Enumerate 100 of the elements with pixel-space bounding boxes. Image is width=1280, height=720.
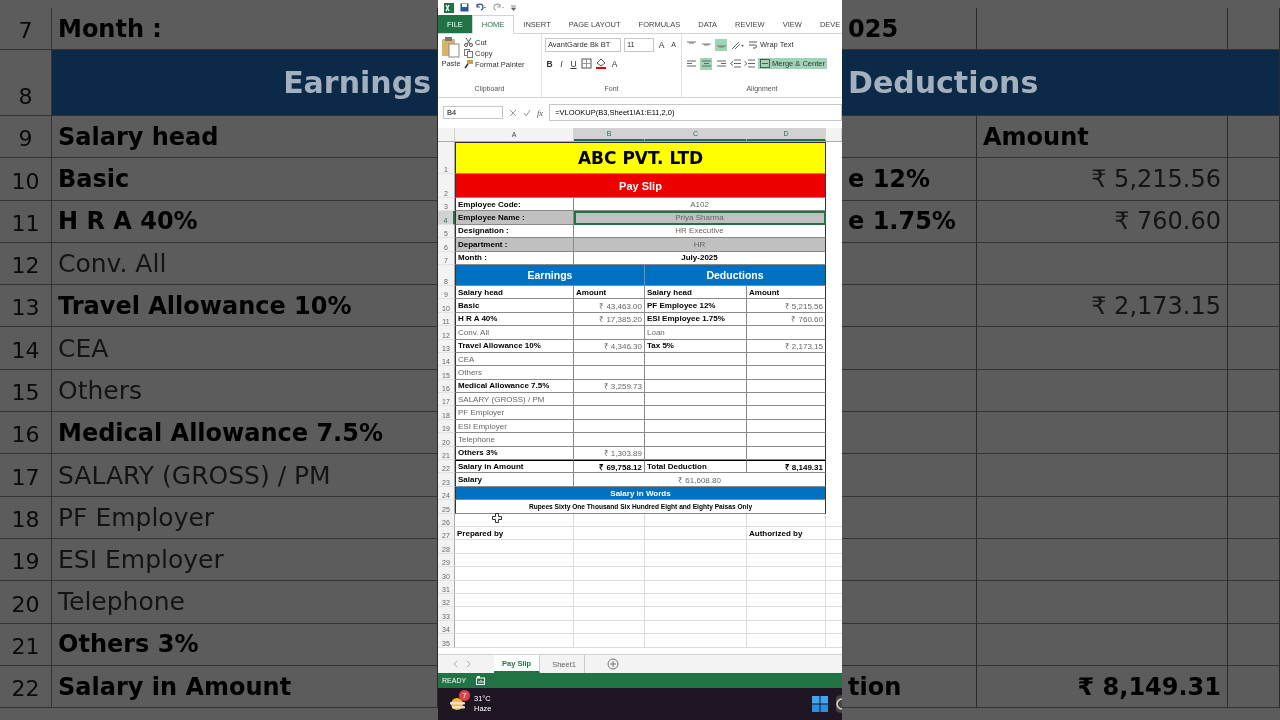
row-number: 13 — [11, 295, 40, 321]
add-sheet-icon[interactable] — [606, 658, 619, 670]
table-cell: ₹ 760.60 — [747, 312, 826, 327]
taskbar-icon[interactable] — [836, 695, 842, 713]
row-number: 19 — [11, 549, 40, 575]
scissors-icon[interactable] — [464, 38, 473, 47]
field-value: HR — [574, 238, 826, 252]
row-number: 14 — [11, 337, 40, 363]
grow-font-button[interactable]: A — [657, 39, 666, 50]
table-cell: ₹ 3,259.73 — [574, 379, 645, 394]
row-number: 18 — [11, 506, 40, 532]
empty-cell — [574, 433, 645, 447]
underline-button[interactable]: U — [569, 58, 578, 69]
sheet-cell: ₹ 2,173.15 — [977, 285, 1228, 327]
field-label: Salary — [455, 473, 574, 487]
table-cell: Salary in Amount — [455, 460, 574, 474]
table-cell: Loan — [645, 326, 747, 340]
table-cell: ₹ 8,149.31 — [747, 460, 826, 474]
row-number: 7 — [18, 18, 33, 43]
sheet-cell: 025 — [842, 8, 977, 49]
italic-button[interactable]: I — [557, 58, 566, 69]
row-number: 17 — [11, 464, 40, 490]
decrease-indent-icon[interactable] — [730, 59, 741, 68]
sheet-cell: ₹ 5,215.56 — [977, 158, 1228, 200]
excel-logo-icon[interactable] — [444, 2, 454, 13]
table-cell: PF Employee 12% — [645, 299, 747, 313]
table-cell: H R A 40% — [455, 312, 574, 327]
notification-badge: 7 — [459, 690, 470, 701]
cursor-icon — [492, 513, 502, 523]
empty-cell — [574, 406, 645, 420]
table-cell: Others — [455, 366, 574, 380]
table-cell: ₹ 43,463.00 — [574, 299, 645, 313]
undo-icon[interactable] — [475, 3, 487, 12]
bold-button[interactable]: B — [545, 58, 554, 69]
empty-cell — [574, 366, 645, 380]
empty-cell — [574, 326, 645, 340]
sheet-cell: e 1.75% — [842, 200, 977, 242]
field-value: ₹ 61,608.80 — [574, 473, 826, 487]
table-cell: Salary head — [455, 285, 574, 300]
row-number: 12 — [11, 253, 40, 279]
cancel-icon[interactable] — [509, 108, 517, 117]
table-cell: ₹ 17,385.20 — [574, 312, 645, 327]
windows-start-icon[interactable] — [812, 696, 828, 712]
banner-cell: Pay Slip — [455, 174, 826, 198]
fill-color-icon[interactable] — [595, 58, 607, 69]
sheet-title: ABC PVT. LTD — [455, 142, 826, 174]
field-label: Department : — [455, 238, 574, 252]
font-color-button[interactable]: A — [610, 58, 619, 69]
empty-cell — [574, 419, 645, 434]
table-cell: SALARY (GROSS) / PM — [455, 393, 574, 407]
row-number: 21 — [11, 633, 40, 659]
table-cell: PF Employer — [455, 406, 574, 420]
page-layout-icon[interactable] — [476, 676, 486, 685]
section-header: Earnings — [455, 264, 645, 286]
field-label: Month : — [455, 251, 574, 265]
sheet-cell: e 12% — [842, 158, 977, 200]
clipboard-icon[interactable] — [441, 36, 461, 58]
section-header: Deductions — [645, 264, 826, 286]
table-cell: Amount — [747, 285, 826, 300]
table-cell: Telephone — [455, 433, 574, 447]
table-cell: ₹ 1,303.89 — [574, 446, 645, 461]
table-cell: Others 3% — [455, 446, 574, 461]
table-cell: Amount — [574, 285, 645, 300]
table-cell: ₹ 4,346.30 — [574, 339, 645, 353]
row-number: 11 — [11, 210, 40, 236]
save-icon[interactable] — [460, 3, 469, 12]
field-value: Priya Sharma — [574, 211, 826, 225]
table-cell: Travel Allowance 10% — [455, 339, 574, 353]
wrap-text-icon[interactable] — [749, 40, 758, 49]
row-number: 20 — [11, 591, 40, 617]
table-cell: Tax 5% — [645, 339, 747, 353]
insert-function-button[interactable]: fx — [537, 107, 544, 118]
table-cell: Total Deduction — [645, 460, 747, 474]
table-cell: Salary head — [645, 285, 747, 300]
table-cell: Conv. All — [455, 326, 574, 340]
table-cell: ESI Employee 1.75% — [645, 312, 747, 327]
table-cell: Medical Allowance 7.5% — [455, 379, 574, 394]
empty-cell — [574, 393, 645, 407]
orientation-icon[interactable] — [730, 39, 744, 50]
row-number: 10 — [11, 168, 40, 194]
row-number: 22 — [11, 676, 40, 702]
copy-icon[interactable] — [464, 49, 473, 58]
field-label: Employee Name : — [455, 211, 574, 225]
row-number: 9 — [18, 126, 33, 152]
sheet-cell: ₹ 760.60 — [977, 200, 1228, 242]
customize-icon[interactable] — [511, 4, 516, 11]
sheet-cell: tion — [842, 665, 977, 708]
field-value: July-2025 — [574, 251, 826, 265]
paintbrush-icon[interactable] — [464, 60, 473, 69]
borders-icon[interactable] — [581, 58, 592, 69]
section-header: Deductions — [842, 50, 1280, 115]
signature-label: Prepared by — [456, 528, 505, 541]
table-cell: ESI Employer — [455, 419, 574, 434]
sheet-cell: ₹ 8,149.31 — [977, 665, 1228, 708]
merge-icon[interactable] — [760, 59, 770, 68]
sheet-cell: Amount — [977, 116, 1228, 158]
increase-indent-icon[interactable] — [744, 59, 755, 68]
row-number: 8 — [18, 84, 33, 109]
signature-label: Authorized by — [748, 528, 804, 541]
enter-icon[interactable] — [523, 108, 531, 117]
